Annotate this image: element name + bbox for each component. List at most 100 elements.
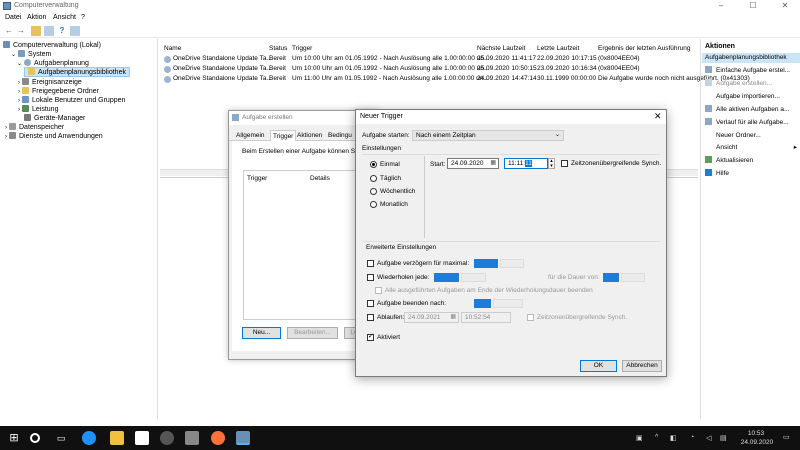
stop-after-checkbox[interactable]: [367, 300, 374, 307]
chevron-right-icon[interactable]: ›: [18, 89, 20, 95]
chevron-right-icon[interactable]: ›: [5, 134, 7, 140]
menu-aktion[interactable]: Aktion: [27, 14, 46, 21]
ok-button[interactable]: OK: [580, 360, 617, 372]
wifi-icon[interactable]: ◔: [690, 434, 694, 441]
chevron-up-icon[interactable]: ^: [655, 434, 658, 441]
action-show-running-tasks[interactable]: Alle aktiven Aufgaben a...: [705, 105, 799, 115]
tab-aktionen[interactable]: Aktionen: [297, 132, 322, 139]
sync-timezone-checkbox[interactable]: [561, 160, 568, 167]
minimize-button[interactable]: –: [706, 0, 736, 12]
menu-ansicht[interactable]: Ansicht: [53, 14, 76, 21]
tree-item-dienste[interactable]: › Dienste und Anwendungen: [5, 132, 103, 140]
tree-item-aufgabenplanungsbibliothek[interactable]: Aufgabenplanungsbibliothek: [24, 67, 130, 77]
action-view[interactable]: Ansicht ▸: [705, 143, 799, 153]
back-icon[interactable]: ←: [4, 26, 14, 36]
tree-item-system[interactable]: ⌄ System: [11, 50, 51, 58]
keyboard-icon[interactable]: ▤: [720, 434, 727, 442]
stop-after-select[interactable]: [474, 299, 491, 308]
chevron-right-icon[interactable]: ›: [5, 125, 7, 131]
app-icon[interactable]: [185, 431, 199, 445]
action-refresh[interactable]: Aktualisieren: [705, 156, 799, 166]
close-button[interactable]: ✕: [770, 0, 800, 12]
tree-item-leistung[interactable]: › Leistung: [18, 105, 58, 113]
action-create-basic-task[interactable]: Einfache Aufgabe erstel...: [705, 66, 799, 76]
column-header-result[interactable]: Ergebnis der letzten Ausführung: [598, 45, 691, 52]
column-header-trigger[interactable]: Trigger: [292, 45, 312, 52]
menu-help[interactable]: ?: [81, 14, 85, 21]
expire-checkbox[interactable]: [367, 314, 374, 321]
tree-item-aufgabenplanung[interactable]: ⌄ Aufgabenplanung: [17, 59, 89, 67]
enabled-checkbox[interactable]: ✓: [367, 333, 374, 341]
repeat-select-dropdown[interactable]: [461, 273, 486, 282]
tree-item-freigegebene-ordner[interactable]: › Freigegebene Ordner: [18, 87, 99, 95]
radio-taeglich[interactable]: [370, 175, 377, 182]
action-help[interactable]: Hilfe: [705, 169, 799, 179]
calendar-icon[interactable]: ▦: [490, 159, 496, 168]
start-time-field[interactable]: 11:11:11: [504, 158, 548, 169]
start-date-field[interactable]: 24.09.2020 ▦: [447, 158, 499, 169]
repeat-select[interactable]: [434, 273, 459, 282]
column-header-next-run[interactable]: Nächste Laufzeit: [477, 45, 525, 52]
column-header-last-run[interactable]: Letzte Laufzeit: [537, 45, 579, 52]
delay-select-dropdown[interactable]: [500, 259, 524, 268]
volume-icon[interactable]: ◁: [706, 434, 711, 442]
tree-item-datenspeicher[interactable]: › Datenspeicher: [5, 123, 64, 131]
action-pane-icon[interactable]: [70, 26, 80, 36]
tree-item-lokale-benutzer[interactable]: › Lokale Benutzer und Gruppen: [18, 96, 125, 104]
column-header-trigger[interactable]: Trigger: [247, 175, 267, 182]
edit-trigger-button[interactable]: Bearbeiten...: [287, 327, 338, 339]
windows-start-icon[interactable]: ⊞: [7, 431, 21, 445]
column-header-details[interactable]: Details: [310, 175, 330, 182]
store-icon[interactable]: [135, 431, 149, 445]
help-icon[interactable]: ?: [57, 26, 67, 36]
tree-item-computerverwaltung[interactable]: Computerverwaltung (Lokal): [3, 41, 101, 49]
new-trigger-button[interactable]: Neu...: [242, 327, 281, 339]
edge-icon[interactable]: [82, 431, 96, 445]
repeat-checkbox[interactable]: [367, 274, 374, 281]
tree-item-ereignisanzeige[interactable]: › Ereignisanzeige: [18, 78, 82, 86]
radio-woechentlich[interactable]: [370, 188, 377, 195]
console-tree-icon[interactable]: [44, 26, 54, 36]
action-import-task[interactable]: Aufgabe importieren...: [705, 92, 799, 102]
chevron-down-icon[interactable]: ⌄: [17, 61, 22, 67]
column-header-name[interactable]: Name: [164, 45, 181, 52]
time-spinner-icon[interactable]: ▴ ▾: [548, 158, 555, 169]
tab-allgemein[interactable]: Allgemein: [236, 132, 265, 139]
table-row[interactable]: OneDrive Standalone Update Ta... Bereit …: [160, 55, 698, 64]
stop-all-checkbox[interactable]: [375, 287, 382, 294]
radio-einmal[interactable]: [370, 161, 377, 168]
duration-select-dropdown[interactable]: [621, 273, 645, 282]
close-icon[interactable]: ✕: [654, 111, 662, 122]
search-icon[interactable]: [30, 433, 40, 443]
action-create-task[interactable]: Aufgabe erstellen...: [705, 79, 799, 89]
chevron-right-icon[interactable]: ›: [18, 107, 20, 113]
expire-sync-checkbox[interactable]: [527, 314, 534, 321]
delay-select[interactable]: [474, 259, 498, 268]
radio-monatlich[interactable]: [370, 201, 377, 208]
action-new-folder[interactable]: Neuer Ordner...: [705, 131, 799, 141]
notification-icon[interactable]: ▭: [783, 433, 790, 441]
task-view-icon[interactable]: ▭: [54, 431, 68, 445]
file-explorer-icon[interactable]: [110, 431, 124, 445]
delay-checkbox[interactable]: [367, 260, 374, 267]
chevron-right-icon[interactable]: ›: [18, 98, 20, 104]
clock-time[interactable]: 10:53: [741, 430, 771, 437]
calendar-icon[interactable]: ▦: [450, 313, 456, 322]
expire-time-field[interactable]: 10:52:54: [461, 312, 511, 323]
network-icon[interactable]: ▣: [636, 434, 643, 442]
tree-item-geraete-manager[interactable]: Geräte-Manager: [24, 114, 85, 122]
start-task-select[interactable]: Nach einem Zeitplan ⌄: [412, 130, 564, 141]
tray-icon[interactable]: ◧: [670, 434, 677, 442]
actions-section-header[interactable]: Aufgabenplanungsbibliothek: [702, 53, 800, 63]
folder-icon[interactable]: [31, 26, 41, 36]
computer-management-icon[interactable]: [236, 431, 250, 445]
column-header-status[interactable]: Status: [269, 45, 287, 52]
expire-date-field[interactable]: 24.09.2021 ▦: [404, 312, 459, 323]
forward-icon[interactable]: →: [16, 26, 26, 36]
clock-date[interactable]: 24.09.2020: [740, 439, 774, 446]
table-row[interactable]: OneDrive Standalone Update Ta... Bereit …: [160, 75, 750, 84]
firefox-icon[interactable]: [211, 431, 225, 445]
action-history[interactable]: Verlauf für alle Aufgabe...: [705, 118, 799, 128]
maximize-button[interactable]: ☐: [738, 0, 768, 12]
menu-datei[interactable]: Datei: [5, 14, 21, 21]
